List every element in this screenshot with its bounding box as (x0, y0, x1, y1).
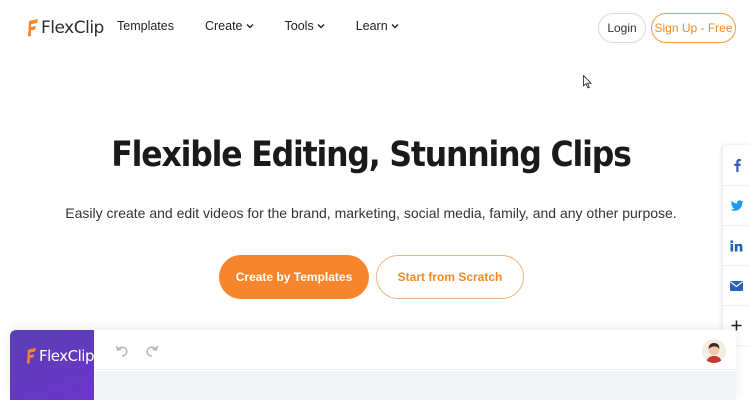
logo-text: FlexClip (41, 18, 104, 38)
share-twitter-button[interactable] (723, 185, 750, 225)
hero-title: Flexible Editing, Stunning Clips (111, 135, 632, 175)
flexclip-logo-mark-icon (27, 347, 37, 364)
share-email-button[interactable] (723, 265, 750, 305)
nav-learn[interactable]: Learn (356, 19, 399, 33)
email-icon (730, 280, 743, 291)
share-linkedin-button[interactable] (723, 225, 750, 265)
signup-button[interactable]: Sign Up - Free (651, 13, 736, 43)
create-by-templates-button[interactable]: Create by Templates (219, 255, 369, 299)
top-header: FlexClip Templates Create Tools Learn Lo… (0, 0, 750, 56)
twitter-icon (730, 199, 743, 211)
hero-subtitle: Easily create and edit videos for the br… (65, 205, 677, 221)
mouse-cursor-icon (583, 75, 592, 89)
chevron-down-icon (391, 24, 399, 29)
nav-create[interactable]: Create (205, 19, 254, 33)
start-from-scratch-button[interactable]: Start from Scratch (376, 255, 524, 299)
nav-tools[interactable]: Tools (285, 19, 325, 33)
flexclip-logo[interactable]: FlexClip (27, 17, 104, 39)
nav-templates-label: Templates (117, 19, 174, 33)
chevron-down-icon (246, 24, 254, 29)
share-facebook-button[interactable] (723, 145, 750, 185)
main-nav: Templates Create Tools Learn (117, 19, 399, 33)
nav-templates[interactable]: Templates (117, 19, 174, 33)
facebook-icon (733, 159, 741, 172)
chevron-down-icon (317, 24, 325, 29)
editor-preview: FlexClip (10, 330, 736, 400)
login-button[interactable]: Login (598, 13, 646, 43)
editor-logo-text: FlexClip (39, 347, 94, 365)
nav-learn-label: Learn (355, 19, 388, 33)
user-avatar[interactable] (702, 339, 726, 363)
undo-icon[interactable] (114, 343, 130, 359)
flexclip-logo-mark-icon (28, 19, 38, 37)
nav-tools-label: Tools (284, 19, 314, 33)
share-sidebar (723, 145, 750, 345)
editor-canvas (94, 371, 736, 400)
redo-icon[interactable] (144, 343, 160, 359)
nav-create-label: Create (204, 19, 243, 33)
linkedin-icon (730, 239, 743, 251)
editor-sidebar: FlexClip (10, 330, 94, 400)
editor-toolbar (94, 330, 736, 370)
avatar-face-icon (702, 339, 726, 363)
editor-logo: FlexClip (26, 347, 94, 365)
